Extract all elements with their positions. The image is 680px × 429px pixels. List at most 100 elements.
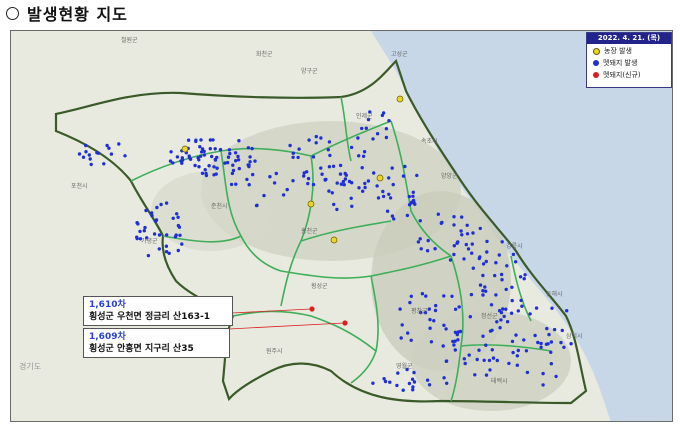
wild-boar-dot [187,156,192,160]
wild-boar-dot [484,343,488,347]
wild-boar-dot [319,136,323,140]
wild-boar-dot [87,153,92,157]
wild-boar-dot [341,179,346,184]
wild-boar-dot [569,342,573,346]
wild-boar-dot [490,348,494,352]
wild-boar-dot [208,147,212,151]
wild-boar-dot [419,247,423,251]
wild-boar-dot [452,215,456,219]
wild-boar-dot [274,171,278,176]
legend-label: 멧돼지(신규) [603,71,641,79]
wild-boar-dot [495,358,499,363]
wild-boar-dot [412,370,416,375]
wild-boar-dot [197,158,201,162]
wild-boar-dot [229,182,234,187]
wild-boar-dot [109,152,114,156]
wild-boar-dot [471,231,475,235]
wild-boar-dot [470,242,474,246]
wild-boar-dot [484,259,488,264]
wild-boar-dot [254,203,259,208]
wild-boar-dot [407,381,412,386]
wild-boar-dot [305,170,309,174]
wild-boar-dot [143,225,147,230]
wild-boar-dot [411,190,415,194]
wild-boar-dot [363,185,367,190]
wild-boar-dot [81,155,86,159]
wild-boar-dot [539,345,543,349]
wild-boar-dot [415,173,419,178]
wild-boar-dot [460,215,464,219]
new-wild-boar-dot [342,320,348,326]
wild-boar-dot [491,356,496,360]
wild-boar-dot [519,298,523,303]
wild-boar-dot [234,159,238,163]
wild-boar-dot [425,378,430,382]
wild-boar-dot [210,154,214,159]
wild-boar-dot [515,354,519,358]
wild-boar-dot [174,233,178,237]
wild-boar-dot [418,237,422,241]
wild-boar-dot [401,174,406,178]
wild-boar-dot [452,223,456,227]
wild-boar-dot [356,136,360,140]
wild-boar-dot [89,162,93,167]
wild-boar-dot [456,240,460,244]
page-title: 발생현황 지도 [27,5,128,24]
wild-boar-dot [245,177,249,182]
wild-boar-dot [307,138,311,142]
wild-boar-dot [518,275,523,279]
wild-boar-dot [471,266,475,270]
wild-boar-dot [433,308,438,313]
wild-boar-dot [565,309,569,313]
place-label: 강릉시 [506,243,523,250]
wild-boar-dot [412,380,417,384]
wild-boar-dot [488,329,493,333]
wild-boar-dot [227,148,232,152]
place-label: 원주시 [266,348,283,355]
wild-boar-dot [335,181,339,185]
wild-boar-dot [84,143,88,148]
wild-boar-dot [495,320,499,324]
wild-boar-dot [157,233,162,237]
wild-boar-dot [215,155,219,160]
wild-boar-dot [144,208,148,213]
outbreak-map[interactable]: 철원군 화천군 양구군 인제군 고성군 속초시 양양군 춘천시 홍천군 강릉시 … [10,30,673,422]
wild-boar-dot [288,143,292,148]
wild-boar-dot [408,300,412,305]
wild-boar-dot [550,306,554,310]
wild-boar-dot [251,172,255,177]
wild-boar-dot [441,344,445,348]
wild-boar-dot [403,164,407,169]
wild-boar-dot [485,250,489,254]
wild-boar-dot [509,311,514,315]
place-label: 철원군 [121,37,138,44]
wild-boar-dot [510,339,515,344]
wild-boar-dot [362,150,367,154]
wild-boar-dot [525,370,530,375]
wild-boar-dot [499,318,503,322]
wild-boar-dot [364,126,368,130]
wild-boar-dot [199,138,203,142]
wild-boar-dot [442,323,446,327]
wild-boar-dot [349,145,354,150]
wild-boar-dot [445,381,449,385]
wild-boar-dot [539,341,543,346]
wild-boar-dot [380,113,385,118]
wild-boar-dot [395,383,399,388]
wild-boar-dot [164,244,169,248]
callout-address: 횡성군 안흥면 지구리 산35 [89,344,194,354]
wild-boar-dot [338,163,343,168]
wild-boar-dot [135,221,139,225]
wild-boar-dot [167,251,171,255]
wild-boar-dot [536,340,540,345]
wild-boar-dot [338,172,343,176]
wild-boar-dot [549,350,553,354]
wild-boar-dot [465,232,470,236]
farm-dot [330,236,338,244]
wild-boar-dot [504,287,508,292]
wild-boar-dot [327,165,332,169]
wild-boar-dot [453,307,458,311]
place-label: 춘천시 [211,203,228,210]
wild-boar-dot [323,177,327,182]
wild-boar-dot [198,145,202,149]
